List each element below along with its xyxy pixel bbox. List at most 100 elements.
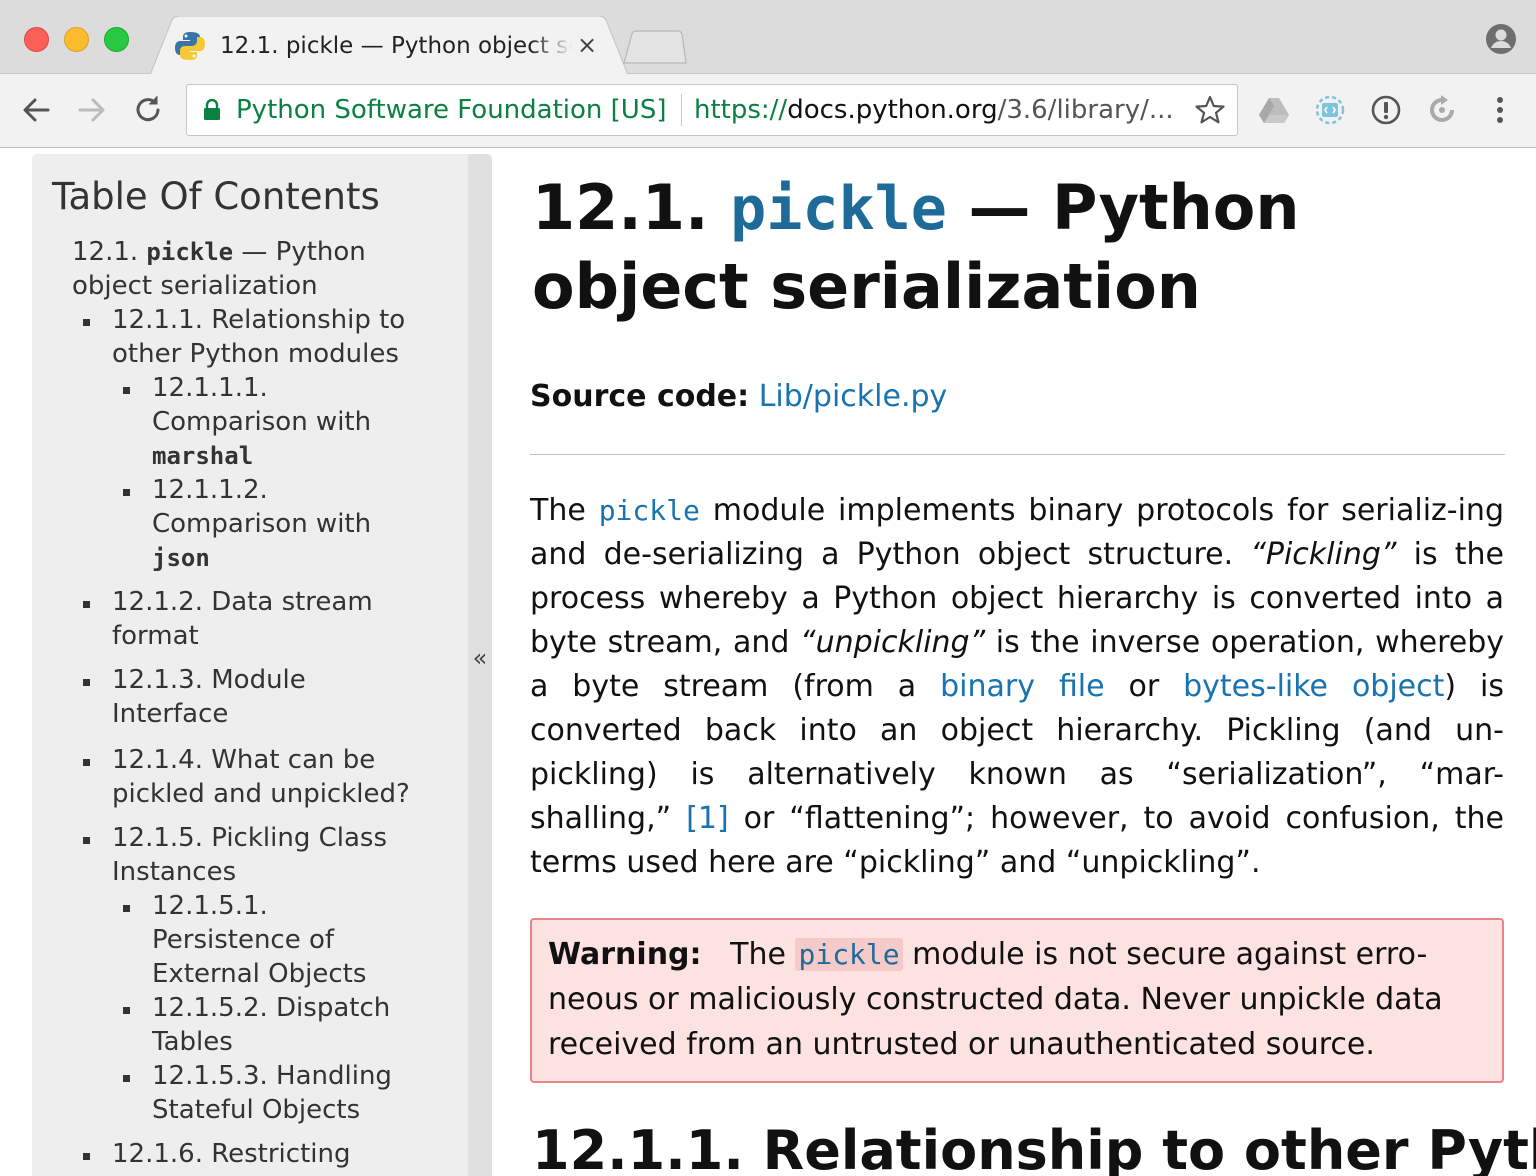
tab-title: 12.1. pickle — Python object serializati… — [220, 33, 572, 59]
toc-text: 12.1.6. Restricting — [112, 1139, 351, 1169]
source-code-link[interactable]: Lib/pickle.py — [759, 379, 948, 414]
toc-text: 12.1.5. Pickling Class — [112, 823, 388, 853]
toc-code: json — [152, 544, 210, 572]
toc-bullet — [83, 679, 90, 686]
toc-text: 12.1.2. Data stream — [112, 587, 373, 617]
toc-bullet — [123, 489, 130, 496]
title-text: 12.1. — [532, 171, 731, 244]
password-manager-icon[interactable] — [1370, 94, 1402, 126]
toc-link-relationship[interactable]: 12.1.1. Relationship to other Python mod… — [112, 303, 405, 371]
ev-certificate-label[interactable]: Python Software Foundation [US] — [236, 92, 667, 128]
maximize-window-button[interactable] — [104, 27, 129, 52]
toc-link-marshal[interactable]: 12.1.1.1. Comparison with marshal — [152, 371, 371, 473]
toc-text: 12.1.1.1. — [152, 373, 268, 403]
toc-text: object serialization — [72, 271, 318, 301]
url-scheme: https:// — [694, 95, 788, 125]
address-divider — [681, 94, 682, 126]
drive-extension-icon[interactable] — [1258, 94, 1290, 126]
forward-arrow-icon[interactable] — [74, 92, 110, 128]
toc-text: format — [112, 621, 199, 651]
toc-text: other Python modules — [112, 339, 399, 369]
lock-icon — [204, 99, 220, 120]
toc-link-pickling-class-instances[interactable]: 12.1.5. Pickling Class Instances — [112, 821, 387, 889]
toc-text: 12.1.5.1. — [152, 891, 268, 921]
warning-box: Warning: The pickle module is not secure… — [530, 918, 1504, 1083]
browser-menu-icon[interactable] — [1484, 94, 1516, 126]
toc-text: 12.1.4. What can be — [112, 745, 376, 775]
text: The — [530, 493, 599, 528]
intro-paragraph: The pickle module implements binary prot… — [530, 489, 1504, 885]
toc-text: 12.1.3. Module — [112, 665, 306, 695]
emphasis: “Pickling” — [1250, 537, 1397, 572]
warning-label: Warning: — [548, 937, 702, 972]
toc-text: Persistence of — [152, 925, 335, 955]
back-arrow-icon[interactable] — [18, 92, 54, 128]
toc-code: pickle — [146, 238, 234, 266]
bookmark-star-icon[interactable] — [1194, 94, 1226, 126]
toc-text: Stateful Objects — [152, 1095, 361, 1125]
toc-bullet — [83, 837, 90, 844]
page-content: « Table Of Contents 12.1. pickle — Pytho… — [0, 149, 1536, 1176]
pickle-code-link[interactable]: pickle — [599, 494, 700, 527]
text: or — [1104, 669, 1184, 704]
sidebar-collapse-button[interactable]: « — [468, 154, 492, 1176]
toc-bullet — [83, 759, 90, 766]
binary-file-link[interactable]: binary file — [940, 669, 1104, 704]
text: The — [730, 937, 796, 972]
close-window-button[interactable] — [24, 27, 49, 52]
python-favicon-icon — [175, 32, 205, 60]
new-tab-button[interactable] — [622, 30, 688, 64]
reload-icon[interactable] — [130, 92, 166, 128]
toc-text: 12.1.1. Relationship to — [112, 305, 406, 335]
toc-bullet — [83, 1153, 90, 1160]
minimize-window-button[interactable] — [64, 27, 89, 52]
toc-text: — Python — [233, 237, 366, 267]
url-host: docs.python.org — [787, 95, 998, 125]
toc-link-dispatch-tables[interactable]: 12.1.5.2. Dispatch Tables — [152, 991, 390, 1059]
toc-link-what-can-be-pickled[interactable]: 12.1.4. What can be pickled and unpickle… — [112, 743, 410, 811]
toc-bullet — [123, 1075, 130, 1082]
toc-link-module-interface[interactable]: 12.1.3. Module Interface — [112, 663, 306, 731]
toc-link-json[interactable]: 12.1.1.2. Comparison with json — [152, 473, 371, 575]
collapse-chevron-icon: « — [472, 644, 488, 672]
toc-heading: Table Of Contents — [52, 175, 380, 218]
title-code: pickle — [730, 174, 947, 244]
toc-text: External Objects — [152, 959, 367, 989]
code-extension-icon[interactable] — [1314, 94, 1346, 126]
toc-text: 12.1. — [72, 237, 147, 267]
toc-text: Comparison with — [152, 407, 372, 437]
toc-text: Instances — [112, 857, 237, 887]
toc-text: 12.1.5.3. Handling — [152, 1061, 392, 1091]
toc-link-persistence[interactable]: 12.1.5.1. Persistence of External Object… — [152, 889, 366, 991]
source-code-line: Source code: Lib/pickle.py — [530, 379, 947, 414]
toc-link-stateful-objects[interactable]: 12.1.5.3. Handling Stateful Objects — [152, 1059, 392, 1127]
url-text[interactable]: https://docs.python.org/3.6/library/... — [694, 92, 1174, 128]
bytes-like-object-link[interactable]: bytes-like object — [1183, 669, 1444, 704]
divider — [530, 454, 1505, 455]
tab-close-icon[interactable]: × — [574, 32, 600, 58]
toc-link-pickle[interactable]: 12.1. pickle — Python object serializati… — [72, 235, 366, 303]
toc-bullet — [123, 1007, 130, 1014]
footnote-link[interactable]: [1] — [686, 801, 729, 836]
toc-link-restricting[interactable]: 12.1.6. Restricting — [112, 1137, 350, 1171]
toc-bullet — [123, 387, 130, 394]
page-title: 12.1. pickle — Python object serializati… — [532, 169, 1492, 326]
toc-bullet — [123, 905, 130, 912]
profile-avatar-icon[interactable] — [1484, 22, 1518, 56]
toc-bullet — [83, 601, 90, 608]
toc-text: pickled and unpickled? — [112, 779, 410, 809]
pickle-code-link[interactable]: pickle — [795, 938, 903, 971]
toc-text: Interface — [112, 699, 229, 729]
toc-text: 12.1.1.2. — [152, 475, 268, 505]
toc-text: Tables — [152, 1027, 233, 1057]
sync-extension-icon[interactable] — [1426, 94, 1458, 126]
toc-code: marshal — [152, 442, 254, 470]
section-heading: 12.1.1. Relationship to other Python — [532, 1119, 1536, 1176]
url-path: /3.6/library/... — [997, 95, 1174, 125]
emphasis: “unpickling” — [800, 625, 986, 660]
toc-link-data-stream[interactable]: 12.1.2. Data stream format — [112, 585, 373, 653]
toc-text: 12.1.5.2. Dispatch — [152, 993, 391, 1023]
toc-bullet — [83, 319, 90, 326]
toc-text: Comparison with — [152, 509, 372, 539]
source-code-label: Source code: — [530, 379, 750, 414]
